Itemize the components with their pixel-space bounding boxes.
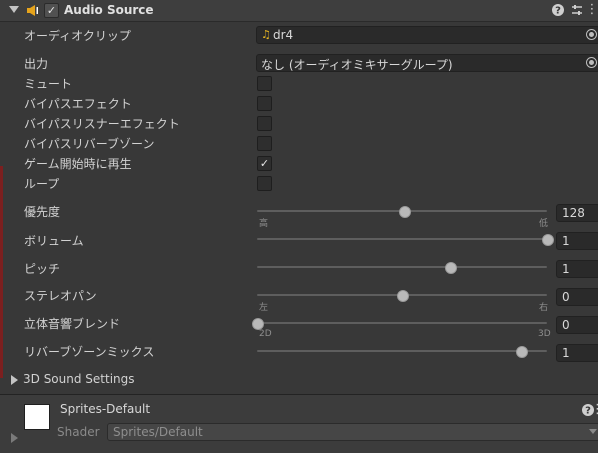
play-on-awake-label: ゲーム開始時に再生 bbox=[24, 157, 132, 171]
scene-edge-strip bbox=[0, 166, 3, 378]
stereo-pan-min-label: 左 bbox=[259, 303, 269, 313]
sound-settings-label[interactable]: 3D Sound Settings bbox=[23, 372, 135, 386]
loop-checkbox[interactable] bbox=[257, 176, 272, 191]
volume-slider-track[interactable] bbox=[257, 238, 547, 240]
reverb-zone-mix-slider-track[interactable] bbox=[257, 350, 547, 352]
pitch-input[interactable]: 1 bbox=[556, 260, 598, 278]
material-title: Sprites-Default bbox=[60, 402, 151, 416]
bypass-effects-label: バイパスエフェクト bbox=[24, 97, 132, 111]
material-more-icon[interactable]: ⋮ bbox=[591, 403, 598, 417]
shader-dropdown[interactable]: Sprites/Default bbox=[107, 423, 598, 441]
mute-label: ミュート bbox=[24, 77, 73, 91]
component-title: Audio Source bbox=[64, 3, 154, 17]
pitch-slider-handle[interactable] bbox=[445, 262, 458, 274]
component-enabled-checkbox[interactable]: ✓ bbox=[44, 3, 59, 18]
material-preview-thumbnail[interactable] bbox=[24, 404, 50, 430]
bypass-listener-effects-checkbox[interactable] bbox=[257, 116, 272, 131]
audio-clip-label: オーディオクリップ bbox=[24, 29, 131, 43]
output-field[interactable]: なし (オーディオミキサーグループ) bbox=[256, 54, 598, 72]
shader-label: Shader bbox=[57, 425, 100, 439]
priority-slider-handle[interactable] bbox=[399, 206, 412, 218]
spatial-blend-slider-track[interactable] bbox=[257, 322, 547, 324]
priority-max-label: 低 bbox=[539, 219, 549, 229]
output-label: 出力 bbox=[24, 57, 49, 71]
audio-clip-value: dr4 bbox=[273, 28, 294, 42]
stereo-pan-input[interactable]: 0 bbox=[556, 288, 598, 306]
stereo-pan-max-label: 右 bbox=[539, 303, 549, 313]
more-icon[interactable]: ⋮ bbox=[585, 3, 598, 17]
dropdown-caret-icon bbox=[589, 429, 597, 434]
mute-checkbox[interactable] bbox=[257, 76, 272, 91]
pitch-label: ピッチ bbox=[24, 262, 61, 276]
pitch-slider-track[interactable] bbox=[257, 266, 547, 268]
play-on-awake-checkbox[interactable]: ✓ bbox=[257, 156, 272, 171]
spatial-blend-input[interactable]: 0 bbox=[556, 316, 598, 334]
stereo-pan-slider-handle[interactable] bbox=[397, 290, 409, 302]
spatial-blend-max-label: 3D bbox=[538, 329, 551, 339]
material-foldout-icon[interactable] bbox=[11, 433, 18, 443]
speaker-icon bbox=[27, 5, 38, 16]
foldout-arrow-icon[interactable] bbox=[9, 6, 19, 13]
help-icon[interactable]: ? bbox=[551, 3, 565, 17]
reverb-zone-mix-label: リバーブゾーンミックス bbox=[24, 345, 155, 359]
priority-input[interactable]: 128 bbox=[556, 204, 598, 222]
spatial-blend-label: 立体音響ブレンド bbox=[24, 317, 121, 331]
object-picker-icon[interactable] bbox=[586, 57, 597, 68]
shader-value: Sprites/Default bbox=[113, 425, 203, 439]
bypass-listener-effects-label: バイパスリスナーエフェクト bbox=[24, 117, 180, 131]
output-value: なし (オーディオミキサーグループ) bbox=[261, 58, 453, 72]
loop-label: ループ bbox=[24, 177, 60, 191]
bypass-reverb-zones-checkbox[interactable] bbox=[257, 136, 272, 151]
bypass-reverb-zones-label: バイパスリバーブゾーン bbox=[24, 137, 155, 151]
priority-min-label: 高 bbox=[259, 219, 269, 229]
presets-icon[interactable] bbox=[570, 3, 584, 17]
reverb-zone-mix-input[interactable]: 1 bbox=[556, 344, 598, 362]
reverb-zone-mix-slider-handle[interactable] bbox=[515, 346, 528, 358]
volume-label: ボリューム bbox=[24, 234, 84, 248]
volume-slider-handle[interactable] bbox=[542, 234, 554, 246]
stereo-pan-label: ステレオパン bbox=[24, 289, 97, 303]
svg-text:?: ? bbox=[555, 6, 561, 17]
audio-clip-field[interactable]: ♫ dr4 bbox=[256, 26, 598, 44]
priority-label: 優先度 bbox=[24, 205, 61, 219]
sound-settings-foldout-icon[interactable] bbox=[11, 375, 18, 385]
volume-input[interactable]: 1 bbox=[556, 232, 598, 250]
bypass-effects-checkbox[interactable] bbox=[257, 96, 272, 111]
object-picker-icon[interactable] bbox=[586, 29, 597, 40]
spatial-blend-min-label: 2D bbox=[259, 329, 272, 339]
audio-clip-icon: ♫ bbox=[261, 28, 271, 41]
